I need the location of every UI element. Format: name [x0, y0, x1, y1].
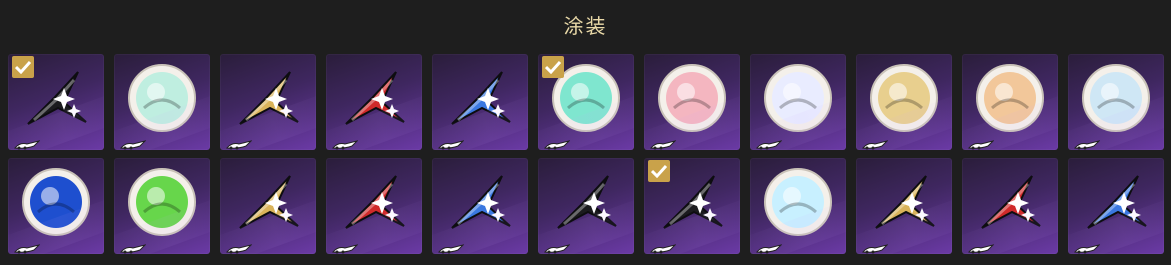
skin-card[interactable] — [8, 54, 104, 150]
glider-icon — [650, 135, 677, 150]
blonde-character-disc-skin-icon — [1080, 62, 1152, 134]
glider-icon — [544, 239, 571, 254]
skin-grid — [8, 54, 1164, 254]
gold-star-skin-icon — [868, 166, 940, 238]
skin-card[interactable] — [750, 54, 846, 150]
selected-check-icon — [648, 160, 670, 182]
glider-icon — [332, 135, 359, 150]
cyan-crest-disc-skin-icon — [974, 62, 1046, 134]
blue-star-skin-icon — [1080, 166, 1152, 238]
skin-card[interactable] — [644, 158, 740, 254]
glider-icon — [438, 239, 465, 254]
glider-icon — [862, 239, 889, 254]
skin-card[interactable] — [750, 158, 846, 254]
red-star-skin-icon — [974, 166, 1046, 238]
skin-card[interactable] — [856, 54, 952, 150]
skin-card[interactable] — [1068, 158, 1164, 254]
skin-card[interactable] — [538, 158, 634, 254]
skin-card[interactable] — [856, 158, 952, 254]
glider-icon — [120, 239, 147, 254]
skin-card[interactable] — [538, 54, 634, 150]
skin-card[interactable] — [114, 158, 210, 254]
red-star-skin-icon — [338, 166, 410, 238]
glider-icon — [14, 135, 41, 150]
page-title: 涂装 — [563, 14, 608, 38]
cat-face-disc-skin-icon — [762, 166, 834, 238]
glider-icon — [756, 239, 783, 254]
black-star-skin-icon — [550, 166, 622, 238]
glider-icon — [968, 135, 995, 150]
pink-portrait-disc-skin-icon — [656, 62, 728, 134]
skin-card[interactable] — [432, 158, 528, 254]
skin-card[interactable] — [326, 158, 422, 254]
blue-star-skin-icon — [444, 166, 516, 238]
skin-card[interactable] — [962, 54, 1058, 150]
glider-icon — [544, 135, 571, 150]
skin-card[interactable] — [326, 54, 422, 150]
skin-card[interactable] — [114, 54, 210, 150]
gold-star-skin-icon — [232, 166, 304, 238]
skin-card[interactable] — [644, 54, 740, 150]
gold-emblem-disc-skin-icon — [868, 62, 940, 134]
glider-icon — [1074, 135, 1101, 150]
blue-mask-disc-skin-icon — [762, 62, 834, 134]
glider-icon — [968, 239, 995, 254]
glider-icon — [120, 135, 147, 150]
skin-card[interactable] — [8, 158, 104, 254]
glider-icon — [332, 239, 359, 254]
glider-icon — [438, 135, 465, 150]
glider-icon — [226, 239, 253, 254]
glider-icon — [650, 239, 677, 254]
skin-card[interactable] — [432, 54, 528, 150]
gold-star-skin-icon — [232, 62, 304, 134]
skin-card[interactable] — [962, 158, 1058, 254]
skin-card[interactable] — [220, 158, 316, 254]
blue-hair-character-skin-icon — [20, 166, 92, 238]
skin-card[interactable] — [1068, 54, 1164, 150]
selected-check-icon — [12, 56, 34, 78]
red-star-skin-icon — [338, 62, 410, 134]
glider-icon — [862, 135, 889, 150]
glider-icon — [14, 239, 41, 254]
green-creature-disc-skin-icon — [126, 166, 198, 238]
iridescent-disc-skin-icon — [126, 62, 198, 134]
selected-check-icon — [542, 56, 564, 78]
glider-icon — [756, 135, 783, 150]
blue-star-skin-icon — [444, 62, 516, 134]
glider-icon — [226, 135, 253, 150]
skin-card[interactable] — [220, 54, 316, 150]
glider-icon — [1074, 239, 1101, 254]
